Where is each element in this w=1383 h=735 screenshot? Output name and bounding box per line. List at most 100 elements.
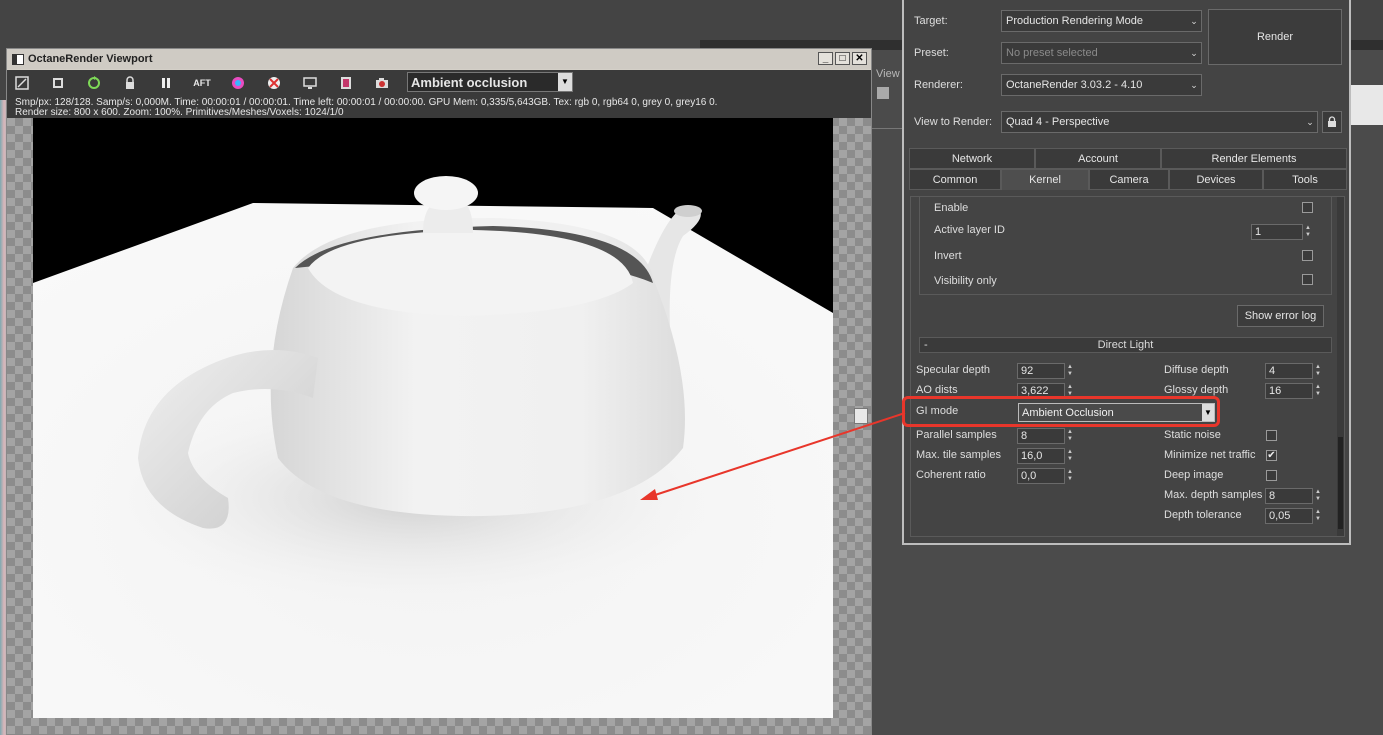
- stepper-arrows-icon[interactable]: ▲ ▼: [1313, 383, 1323, 399]
- diffuse-depth-stepper[interactable]: 4 ▲ ▼: [1265, 363, 1323, 379]
- glossy-depth-value[interactable]: 16: [1265, 383, 1313, 399]
- kernel-scrollbar-thumb[interactable]: [1338, 437, 1343, 529]
- max-depth-samples-value[interactable]: 8: [1265, 488, 1313, 504]
- scrollbar-thumb[interactable]: [854, 408, 868, 424]
- render-button[interactable]: Render: [1208, 9, 1342, 65]
- deep-image-checkbox[interactable]: [1266, 470, 1277, 481]
- max-tile-samples-value[interactable]: 16,0: [1017, 448, 1065, 464]
- viewport-vertical-scrollbar[interactable]: [854, 118, 868, 734]
- kernel-tab-content: Enable Active layer ID 1 ▲ ▼ Invert Visib…: [910, 196, 1345, 537]
- stepper-arrows-icon[interactable]: ▲ ▼: [1065, 468, 1075, 484]
- scene-update-icon[interactable]: [49, 74, 67, 92]
- direct-light-rollout-header[interactable]: - Direct Light: [919, 337, 1332, 353]
- render-setup-panel: Target: Production Rendering Mode ⌄ Pres…: [902, 0, 1351, 545]
- specular-depth-stepper[interactable]: 92 ▲ ▼: [1017, 363, 1075, 379]
- minimize-net-traffic-label: Minimize net traffic: [1164, 449, 1256, 461]
- render-mode-dropdown[interactable]: Ambient occlusion ▼: [407, 72, 573, 92]
- parallel-samples-value[interactable]: 8: [1017, 428, 1065, 444]
- viewport-toolbar: AFT Ambient occlusion ▼: [7, 70, 871, 96]
- static-noise-checkbox[interactable]: [1266, 430, 1277, 441]
- max-tile-samples-stepper[interactable]: 16,0 ▲ ▼: [1017, 448, 1075, 464]
- view-to-render-label: View to Render:: [914, 116, 993, 128]
- view-to-render-value: Quad 4 - Perspective: [1006, 116, 1110, 128]
- active-layer-stepper[interactable]: 1 ▲ ▼: [1251, 224, 1313, 240]
- enable-label: Enable: [934, 202, 969, 214]
- maximize-button[interactable]: □: [835, 52, 850, 65]
- max-tile-samples-label: Max. tile samples: [916, 449, 1001, 461]
- stepper-arrows-icon[interactable]: ▲ ▼: [1313, 363, 1323, 379]
- tab-kernel[interactable]: Kernel: [1001, 169, 1089, 190]
- show-error-log-button[interactable]: Show error log: [1237, 305, 1324, 327]
- target-value: Production Rendering Mode: [1006, 15, 1143, 27]
- color-picker-icon[interactable]: [229, 74, 247, 92]
- chevron-down-icon: ▼: [558, 73, 572, 91]
- target-dropdown[interactable]: Production Rendering Mode ⌄: [1001, 10, 1202, 32]
- lock-view-icon[interactable]: [1322, 111, 1342, 133]
- close-button[interactable]: ✕: [852, 52, 867, 65]
- chevron-down-icon: ⌄: [1190, 79, 1198, 90]
- coherent-ratio-stepper[interactable]: 0,0 ▲ ▼: [1017, 468, 1075, 484]
- depth-tolerance-stepper[interactable]: 0,05 ▲ ▼: [1265, 508, 1323, 524]
- max-depth-samples-label: Max. depth samples: [1164, 489, 1263, 501]
- ao-dists-label: AO dists: [916, 384, 958, 396]
- parallel-samples-stepper[interactable]: 8 ▲ ▼: [1017, 428, 1075, 444]
- active-layer-value[interactable]: 1: [1251, 224, 1303, 240]
- chevron-down-icon: ⌄: [1306, 116, 1314, 127]
- coherent-ratio-value[interactable]: 0,0: [1017, 468, 1065, 484]
- active-layer-label: Active layer ID: [934, 224, 1005, 236]
- aft-focus-icon[interactable]: AFT: [193, 74, 211, 92]
- preset-value: No preset selected: [1006, 47, 1098, 59]
- visibility-only-label: Visibility only: [934, 275, 997, 287]
- diffuse-depth-label: Diffuse depth: [1164, 364, 1229, 376]
- camera-icon[interactable]: [373, 74, 391, 92]
- target-label: Target:: [914, 15, 948, 27]
- render-image: [33, 118, 833, 718]
- minimize-net-traffic-checkbox[interactable]: ✔: [1266, 450, 1277, 461]
- render-layer-group: Enable Active layer ID 1 ▲ ▼ Invert Visib…: [919, 197, 1332, 295]
- tab-network[interactable]: Network: [909, 148, 1035, 169]
- tab-render-elements[interactable]: Render Elements: [1161, 148, 1347, 169]
- tab-tools[interactable]: Tools: [1263, 169, 1347, 190]
- monitor-icon[interactable]: [301, 74, 319, 92]
- stepper-arrows-icon[interactable]: ▲ ▼: [1065, 428, 1075, 444]
- preset-dropdown[interactable]: No preset selected ⌄: [1001, 42, 1202, 64]
- diffuse-depth-value[interactable]: 4: [1265, 363, 1313, 379]
- max-depth-samples-stepper[interactable]: 8 ▲ ▼: [1265, 488, 1323, 504]
- chevron-down-icon: ⌄: [1190, 15, 1198, 26]
- renderer-dropdown[interactable]: OctaneRender 3.03.2 - 4.10 ⌄: [1001, 74, 1202, 96]
- renderer-label: Renderer:: [914, 79, 963, 91]
- restart-render-icon[interactable]: [85, 74, 103, 92]
- stepper-arrows-icon[interactable]: ▲ ▼: [1313, 488, 1323, 504]
- preset-label: Preset:: [914, 47, 949, 59]
- specular-depth-value[interactable]: 92: [1017, 363, 1065, 379]
- send-scene-icon[interactable]: [13, 74, 31, 92]
- kernel-scrollbar[interactable]: [1337, 197, 1344, 536]
- stepper-arrows-icon[interactable]: ▲ ▼: [1303, 224, 1313, 240]
- background-toolbar-icon: [877, 87, 889, 99]
- visibility-only-checkbox[interactable]: [1302, 274, 1313, 285]
- direct-light-title: Direct Light: [1097, 339, 1154, 351]
- invert-checkbox[interactable]: [1302, 250, 1313, 261]
- stepper-arrows-icon[interactable]: ▲ ▼: [1065, 448, 1075, 464]
- minimize-button[interactable]: _: [818, 52, 833, 65]
- specular-depth-label: Specular depth: [916, 364, 990, 376]
- tab-common[interactable]: Common: [909, 169, 1001, 190]
- stepper-arrows-icon[interactable]: ▲ ▼: [1065, 363, 1075, 379]
- depth-tolerance-value[interactable]: 0,05: [1265, 508, 1313, 524]
- tab-camera[interactable]: Camera: [1089, 169, 1169, 190]
- renderer-value: OctaneRender 3.03.2 - 4.10: [1006, 79, 1143, 91]
- film-settings-icon[interactable]: [337, 74, 355, 92]
- parallel-samples-label: Parallel samples: [916, 429, 997, 441]
- enable-checkbox[interactable]: [1302, 202, 1313, 213]
- tab-devices[interactable]: Devices: [1169, 169, 1263, 190]
- render-statistics: Smp/px: 128/128. Samp/s: 0,000M. Time: 0…: [7, 96, 871, 118]
- lock-icon[interactable]: [121, 74, 139, 92]
- pause-icon[interactable]: [157, 74, 175, 92]
- viewport-titlebar[interactable]: OctaneRender Viewport _ □ ✕: [7, 49, 871, 69]
- stepper-arrows-icon[interactable]: ▲ ▼: [1313, 508, 1323, 524]
- background-view-menu[interactable]: View: [876, 68, 900, 80]
- tab-account[interactable]: Account: [1035, 148, 1161, 169]
- view-to-render-dropdown[interactable]: Quad 4 - Perspective ⌄: [1001, 111, 1318, 133]
- region-render-icon[interactable]: [265, 74, 283, 92]
- glossy-depth-stepper[interactable]: 16 ▲ ▼: [1265, 383, 1323, 399]
